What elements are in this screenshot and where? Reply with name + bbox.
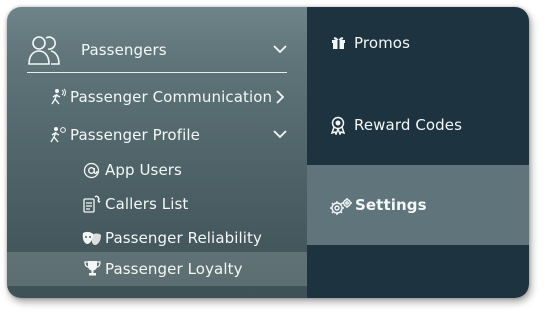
right-menu-column: Promos Reward Codes Settings [307,7,529,298]
submenu-item-passenger-reliability[interactable]: Passenger Reliability [7,221,307,255]
callers-list-label: Callers List [105,195,189,213]
menu-item-reward-codes[interactable]: Reward Codes [307,85,529,165]
settings-label: Settings [355,196,427,214]
submenu-item-app-users[interactable]: App Users [7,153,307,187]
menu-item-passenger-communication[interactable]: Passenger Communication [7,79,307,115]
passenger-loyalty-label: Passenger Loyalty [105,260,243,278]
chevron-down-icon[interactable] [273,45,287,54]
submenu-item-callers-list[interactable]: Callers List [7,187,307,221]
chevron-down-icon[interactable] [273,130,287,139]
chevron-right-icon[interactable] [276,90,285,104]
menu-item-passengers[interactable]: Passengers [7,29,307,71]
passenger-communication-label: Passenger Communication [70,88,273,106]
app-users-label: App Users [105,161,182,179]
trophy-icon [84,260,101,277]
passenger-reliability-label: Passenger Reliability [105,229,262,247]
person-signal-icon [49,88,67,106]
passengers-label: Passengers [81,41,167,59]
users-icon [27,34,61,66]
menu-item-promos[interactable]: Promos [307,7,529,79]
navigation-menu-panel: Passengers Passenger Communication Passe… [7,7,529,298]
gears-icon [329,197,353,217]
passenger-profile-label: Passenger Profile [70,126,200,144]
menu-item-settings[interactable]: Settings [307,165,529,245]
phone-list-icon [83,195,101,213]
masks-icon [82,231,102,246]
promos-label: Promos [354,34,411,52]
submenu-item-passenger-loyalty[interactable]: Passenger Loyalty [7,252,307,286]
ribbon-icon [330,116,346,135]
gift-icon [331,35,346,50]
left-menu-column: Passengers Passenger Communication Passe… [7,7,307,298]
reward-codes-label: Reward Codes [354,116,463,134]
person-gear-icon [49,126,67,144]
at-sign-icon [83,162,100,179]
menu-divider [27,72,287,73]
menu-item-passenger-profile[interactable]: Passenger Profile [7,117,307,153]
